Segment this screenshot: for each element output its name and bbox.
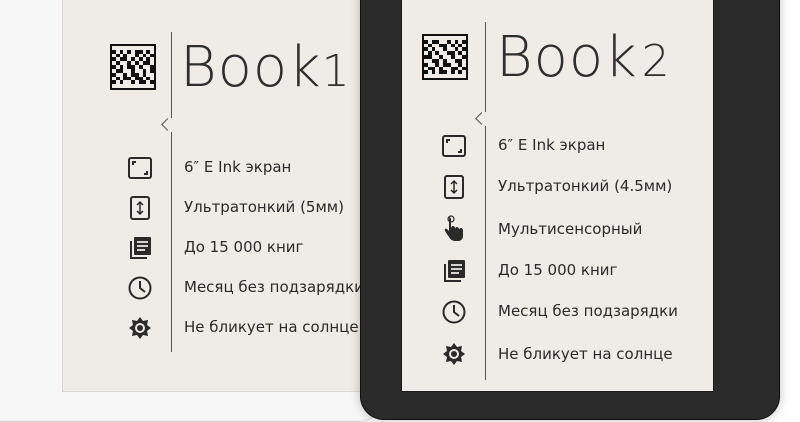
device-1-title: Book1 xyxy=(180,40,351,96)
sun-gear-icon xyxy=(128,316,152,340)
device-2-title-number: 2 xyxy=(641,36,671,87)
feature-item xyxy=(128,276,152,300)
thin-profile-icon xyxy=(442,175,466,199)
feature-label: 6″ E Ink экран xyxy=(184,158,292,176)
feature-label: Мультисенсорный xyxy=(498,220,643,238)
feature-label: До 15 000 книг xyxy=(184,238,304,256)
feature-label: Не бликует на солнце xyxy=(184,318,359,336)
feature-item xyxy=(128,316,152,340)
clock-icon xyxy=(442,300,466,324)
feature-item xyxy=(128,236,152,260)
feature-label: Не бликует на солнце xyxy=(498,345,673,363)
feature-label: Ультратонкий (4.5мм) xyxy=(498,177,673,195)
feature-item xyxy=(128,196,152,220)
device-2-title: Book2 xyxy=(496,30,671,86)
feature-label: Ультратонкий (5мм) xyxy=(184,198,344,216)
feature-item xyxy=(442,134,466,158)
feature-label: До 15 000 книг xyxy=(498,261,618,279)
device-1-title-number: 1 xyxy=(321,46,351,97)
feature-item xyxy=(442,300,466,324)
sun-gear-icon xyxy=(442,342,466,366)
feature-item xyxy=(442,342,466,366)
device-2-divider-bottom xyxy=(485,126,486,380)
device-1-divider-bottom xyxy=(171,132,172,352)
feature-label: Месяц без подзарядки xyxy=(184,278,364,296)
thin-profile-icon xyxy=(128,196,152,220)
device-2-divider-top xyxy=(485,22,486,112)
feature-item xyxy=(442,215,466,241)
device-1-title-base: Book xyxy=(180,35,322,100)
clock-icon xyxy=(128,276,152,300)
feature-label: 6″ E Ink экран xyxy=(498,136,606,154)
feature-item xyxy=(128,156,152,180)
feature-label: Месяц без подзарядки xyxy=(498,302,678,320)
qr-code-icon xyxy=(110,44,156,90)
book-stack-icon xyxy=(128,236,152,260)
device-2-title-base: Book xyxy=(496,25,638,90)
screen-corners-icon xyxy=(128,156,152,180)
feature-item xyxy=(442,259,466,283)
screen-corners-icon xyxy=(442,134,466,158)
qr-code-icon xyxy=(422,34,468,80)
book-stack-icon xyxy=(442,259,466,283)
touch-hand-icon xyxy=(442,215,466,241)
feature-item xyxy=(442,175,466,199)
device-1-divider-top xyxy=(171,32,172,118)
